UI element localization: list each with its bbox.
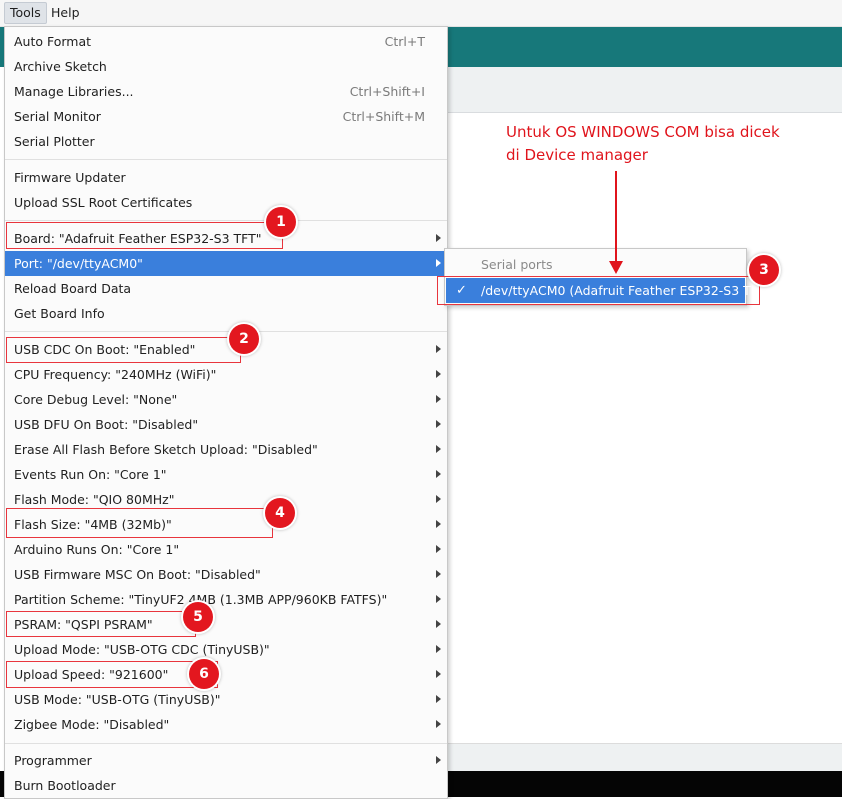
menu-item-label: Get Board Info <box>14 306 105 321</box>
menu-item-label: Erase All Flash Before Sketch Upload: "D… <box>14 442 318 457</box>
chevron-right-icon <box>436 620 441 628</box>
annotation-note-line-2: di Device manager <box>506 146 648 164</box>
annotation-badge-6: 6 <box>189 659 219 689</box>
menu-item-label: Port: "/dev/ttyACM0" <box>14 256 143 271</box>
chevron-right-icon <box>436 645 441 653</box>
ide-status-area <box>446 743 842 772</box>
menu-item-programmer[interactable]: Programmer <box>5 748 447 773</box>
highlight-box-board <box>6 222 283 249</box>
menu-item-usb-mode[interactable]: USB Mode: "USB-OTG (TinyUSB)" <box>5 687 447 712</box>
chevron-right-icon <box>436 420 441 428</box>
annotation-badge-3: 3 <box>749 255 779 285</box>
menu-item-label: Reload Board Data <box>14 281 132 296</box>
menu-item-label: Serial Monitor <box>14 109 101 124</box>
menu-separator <box>5 743 447 744</box>
annotation-badge-4: 4 <box>265 498 295 528</box>
ide-tab-divider <box>446 112 842 113</box>
menu-bar: Tools Help <box>0 0 842 27</box>
menu-item-arduino-runs-on[interactable]: Arduino Runs On: "Core 1" <box>5 537 447 562</box>
menu-separator <box>5 220 447 221</box>
menu-item-manage-libraries[interactable]: Manage Libraries... Ctrl+Shift+I <box>5 79 447 104</box>
menu-item-core-debug-level[interactable]: Core Debug Level: "None" <box>5 387 447 412</box>
menu-item-label: Archive Sketch <box>14 59 107 74</box>
menu-item-label: Serial Plotter <box>14 134 95 149</box>
menu-item-shortcut: Ctrl+T <box>384 34 425 49</box>
highlight-box-usb-cdc <box>6 337 241 363</box>
menu-separator <box>5 159 447 160</box>
menu-item-shortcut: Ctrl+Shift+M <box>342 109 425 124</box>
highlight-box-port <box>437 276 760 305</box>
menu-item-port[interactable]: Port: "/dev/ttyACM0" <box>5 251 447 276</box>
menu-item-serial-monitor[interactable]: Serial Monitor Ctrl+Shift+M <box>5 104 447 129</box>
menu-help[interactable]: Help <box>46 2 85 24</box>
chevron-right-icon <box>436 345 441 353</box>
chevron-right-icon <box>436 470 441 478</box>
menu-item-serial-plotter[interactable]: Serial Plotter <box>5 129 447 154</box>
chevron-right-icon <box>436 595 441 603</box>
menu-item-label: CPU Frequency: "240MHz (WiFi)" <box>14 367 217 382</box>
ide-tab-strip <box>446 67 842 113</box>
menu-item-usb-dfu-on-boot[interactable]: USB DFU On Boot: "Disabled" <box>5 412 447 437</box>
menu-item-partition-scheme[interactable]: Partition Scheme: "TinyUF2 4MB (1.3MB AP… <box>5 587 447 612</box>
menu-item-label: Burn Bootloader <box>14 778 116 793</box>
chevron-right-icon <box>436 756 441 764</box>
menu-item-get-board-info[interactable]: Get Board Info <box>5 301 447 326</box>
menu-item-label: Upload Mode: "USB-OTG CDC (TinyUSB)" <box>14 642 270 657</box>
highlight-box-flash-size <box>6 508 273 538</box>
highlight-box-psram <box>6 611 196 637</box>
menu-item-cpu-frequency[interactable]: CPU Frequency: "240MHz (WiFi)" <box>5 362 447 387</box>
menu-item-upload-mode[interactable]: Upload Mode: "USB-OTG CDC (TinyUSB)" <box>5 637 447 662</box>
chevron-right-icon <box>436 370 441 378</box>
menu-item-label: Core Debug Level: "None" <box>14 392 178 407</box>
chevron-right-icon <box>436 395 441 403</box>
submenu-header-serial-ports: Serial ports <box>481 257 553 272</box>
menu-item-label: Firmware Updater <box>14 170 126 185</box>
chevron-right-icon <box>436 495 441 503</box>
chevron-right-icon <box>436 545 441 553</box>
menu-item-label: USB Mode: "USB-OTG (TinyUSB)" <box>14 692 221 707</box>
menu-item-usb-firmware-msc-on-boot[interactable]: USB Firmware MSC On Boot: "Disabled" <box>5 562 447 587</box>
menu-separator <box>5 331 447 332</box>
menu-item-upload-ssl-root-certificates[interactable]: Upload SSL Root Certificates <box>5 190 447 215</box>
menu-item-label: Arduino Runs On: "Core 1" <box>14 542 180 557</box>
menu-item-firmware-updater[interactable]: Firmware Updater <box>5 165 447 190</box>
menu-item-label: Auto Format <box>14 34 92 49</box>
highlight-box-upload-speed <box>6 661 218 688</box>
menu-item-reload-board-data[interactable]: Reload Board Data <box>5 276 447 301</box>
chevron-right-icon <box>436 259 441 267</box>
chevron-right-icon <box>436 445 441 453</box>
annotation-badge-1: 1 <box>266 207 296 237</box>
annotation-arrow-head-icon <box>609 261 623 274</box>
menu-item-label: USB Firmware MSC On Boot: "Disabled" <box>14 567 261 582</box>
menu-item-shortcut: Ctrl+Shift+I <box>349 84 425 99</box>
menu-item-label: Manage Libraries... <box>14 84 134 99</box>
annotation-note: Untuk OS WINDOWS COM bisa dicek di Devic… <box>506 121 826 167</box>
chevron-right-icon <box>436 520 441 528</box>
chevron-right-icon <box>436 234 441 242</box>
menu-item-label: Upload SSL Root Certificates <box>14 195 193 210</box>
annotation-badge-2: 2 <box>229 324 259 354</box>
menu-item-auto-format[interactable]: Auto Format Ctrl+T <box>5 29 447 54</box>
chevron-right-icon <box>436 695 441 703</box>
menu-item-events-run-on[interactable]: Events Run On: "Core 1" <box>5 462 447 487</box>
menu-item-label: Zigbee Mode: "Disabled" <box>14 717 170 732</box>
menu-item-archive-sketch[interactable]: Archive Sketch <box>5 54 447 79</box>
menu-item-zigbee-mode[interactable]: Zigbee Mode: "Disabled" <box>5 712 447 737</box>
annotation-note-line-1: Untuk OS WINDOWS COM bisa dicek <box>506 123 780 141</box>
menu-item-label: USB DFU On Boot: "Disabled" <box>14 417 199 432</box>
annotation-arrow-shaft <box>615 171 617 263</box>
chevron-right-icon <box>436 570 441 578</box>
menu-item-label: Programmer <box>14 753 92 768</box>
menu-tools[interactable]: Tools <box>4 2 47 24</box>
annotation-badge-5: 5 <box>183 602 213 632</box>
chevron-right-icon <box>436 720 441 728</box>
menu-item-label: Events Run On: "Core 1" <box>14 467 167 482</box>
menu-item-burn-bootloader[interactable]: Burn Bootloader <box>5 773 447 798</box>
chevron-right-icon <box>436 670 441 678</box>
menu-item-erase-all-flash[interactable]: Erase All Flash Before Sketch Upload: "D… <box>5 437 447 462</box>
ide-header-bar <box>446 26 842 67</box>
